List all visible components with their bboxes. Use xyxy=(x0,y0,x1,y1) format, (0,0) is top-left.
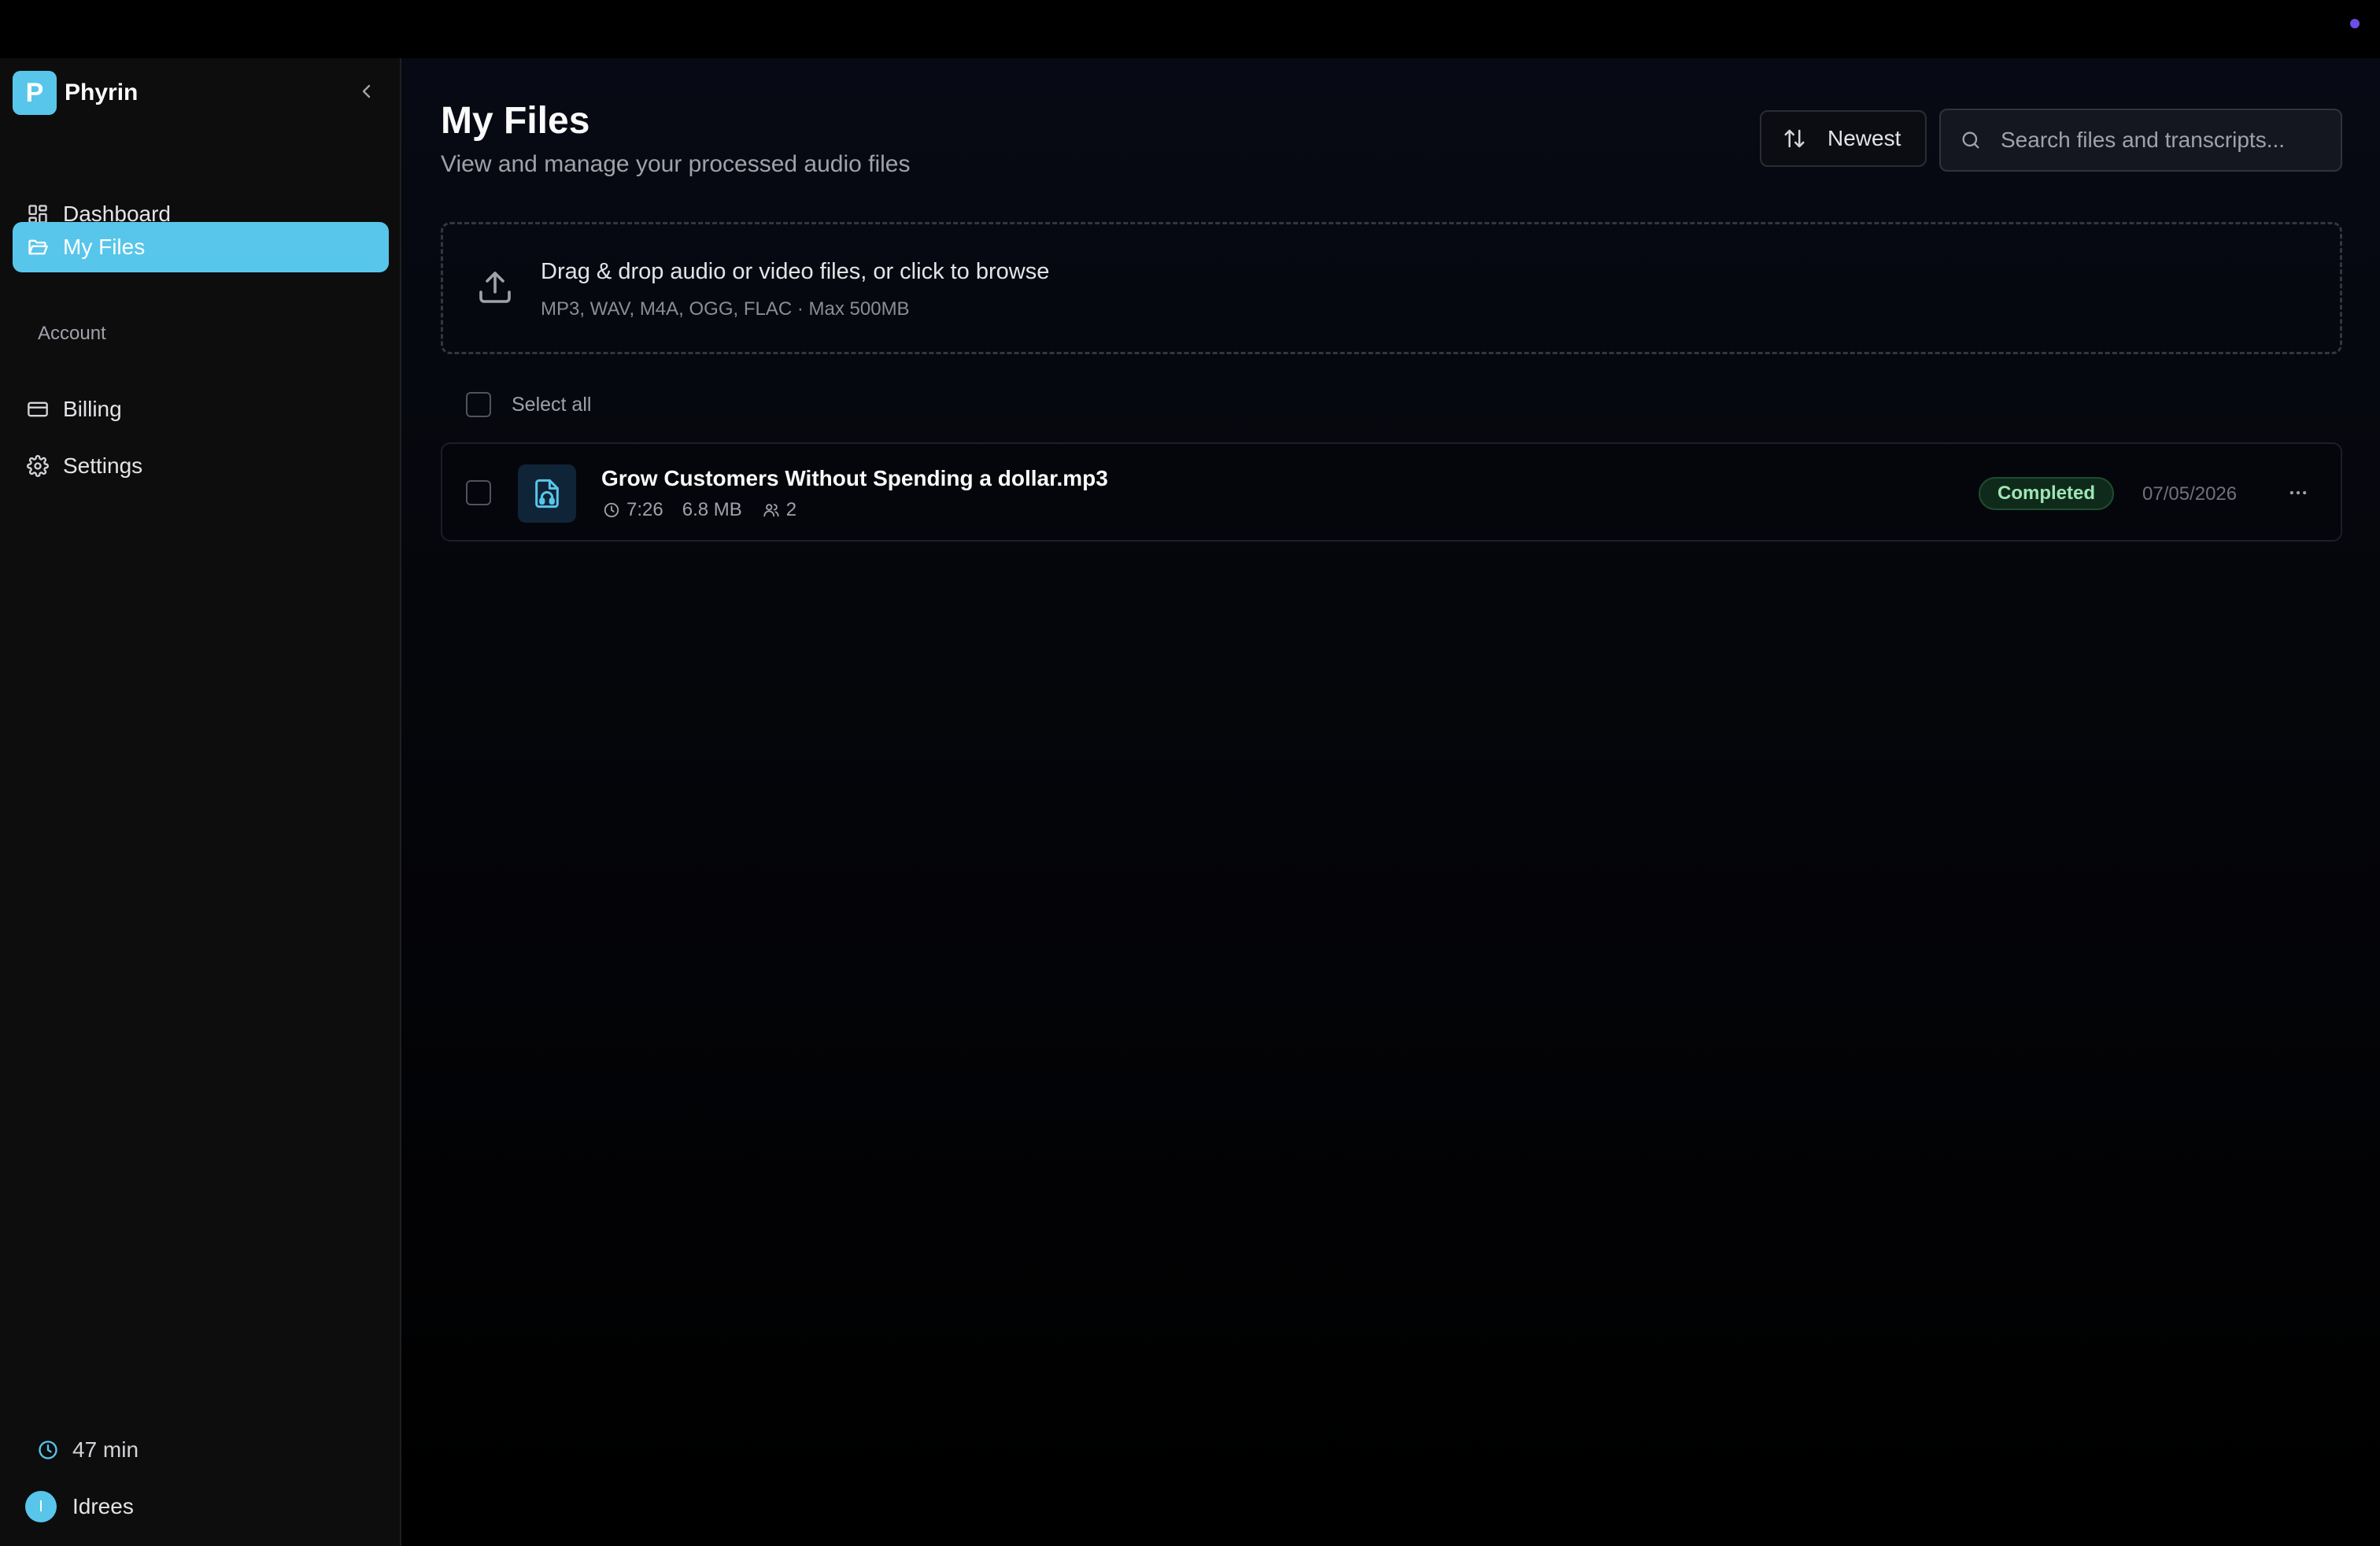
sort-arrows-icon xyxy=(1782,126,1807,151)
upload-dropzone[interactable]: Drag & drop audio or video files, or cli… xyxy=(441,222,2342,354)
sidebar-item-label: Settings xyxy=(63,453,143,478)
collapse-sidebar-button[interactable] xyxy=(354,80,379,105)
search-box[interactable] xyxy=(1939,109,2342,172)
select-all-label: Select all xyxy=(512,393,592,416)
more-horizontal-icon xyxy=(2287,482,2309,508)
sidebar-item-label: Billing xyxy=(63,397,122,421)
audio-file-icon xyxy=(518,464,576,523)
file-size: 6.8 MB xyxy=(682,499,742,520)
dropzone-hint: MP3, WAV, M4A, OGG, FLAC · Max 500MB xyxy=(541,298,910,320)
folder-open-icon xyxy=(25,235,50,260)
file-name[interactable]: Grow Customers Without Spending a dollar… xyxy=(601,466,1108,491)
sidebar-item-settings[interactable]: Settings xyxy=(13,441,389,491)
file-row[interactable]: Grow Customers Without Spending a dollar… xyxy=(441,442,2342,542)
sidebar-item-my-files[interactable]: My Files xyxy=(13,222,389,272)
sidebar-item-billing[interactable]: Billing xyxy=(13,384,389,435)
select-all[interactable]: Select all xyxy=(466,392,591,417)
page-title: My Files xyxy=(441,100,590,142)
credit-card-icon xyxy=(25,397,50,422)
gear-icon xyxy=(25,453,50,479)
chevron-left-icon xyxy=(357,82,376,105)
user-profile[interactable]: I Idrees xyxy=(25,1491,134,1522)
file-speakers-value: 2 xyxy=(785,499,797,520)
page-subtitle: View and manage your processed audio fil… xyxy=(441,151,911,177)
search-input[interactable] xyxy=(2001,128,2341,153)
sidebar-item-label: My Files xyxy=(63,235,146,259)
section-label-account: Account xyxy=(38,323,106,344)
brand: P Phyrin xyxy=(13,71,387,115)
usage-remaining: 47 min xyxy=(36,1437,139,1463)
user-name: Idrees xyxy=(72,1494,134,1518)
usage-value: 47 min xyxy=(72,1437,139,1462)
file-duration: 7:26 xyxy=(601,499,663,521)
sort-button[interactable]: Newest xyxy=(1760,110,1927,167)
top-bar xyxy=(0,0,2380,58)
select-all-checkbox[interactable] xyxy=(466,392,491,417)
sidebar: P Phyrin Dashboard My Files Account Bill… xyxy=(0,58,401,1546)
dropzone-title: Drag & drop audio or video files, or cli… xyxy=(541,259,1050,284)
app-name: Phyrin xyxy=(65,80,139,105)
main-content: My Files View and manage your processed … xyxy=(401,58,2380,1546)
app-shell: P Phyrin Dashboard My Files Account Bill… xyxy=(0,58,2380,1546)
upload-icon xyxy=(476,268,514,306)
status-badge: Completed xyxy=(1979,477,2115,510)
file-speakers: 2 xyxy=(761,499,796,521)
more-actions-button[interactable] xyxy=(2281,479,2315,510)
app-logo: P xyxy=(13,71,57,115)
file-date: 07/05/2026 xyxy=(2142,483,2238,505)
search-icon xyxy=(1958,128,1983,153)
file-meta: 7:26 6.8 MB 2 xyxy=(601,499,815,521)
clock-icon xyxy=(36,1438,60,1462)
file-row-checkbox[interactable] xyxy=(466,480,491,505)
clock-icon xyxy=(601,500,622,520)
sort-label: Newest xyxy=(1828,126,1901,150)
users-icon xyxy=(761,500,782,520)
status-indicator-dot xyxy=(2350,19,2360,28)
avatar: I xyxy=(25,1491,57,1522)
file-duration-value: 7:26 xyxy=(626,499,663,520)
